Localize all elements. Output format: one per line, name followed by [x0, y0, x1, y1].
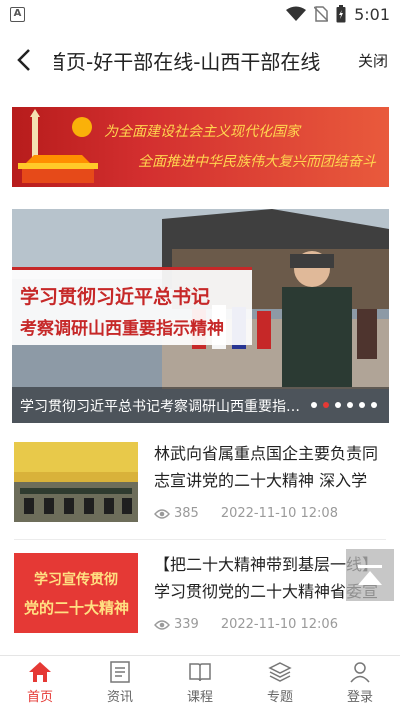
app-header: 首页-好干部在线-山西干部在线 关闭 [0, 28, 400, 92]
carousel-caption: 学习贯彻习近平总书记考察调研山西重要指示精神 [20, 399, 302, 415]
eye-icon [154, 508, 170, 519]
carousel-indicator [311, 402, 377, 408]
banner-slogan-line2: 全面推进中华民族伟大复兴而团结奋斗 [138, 154, 376, 170]
banner-slogan-line1: 为全面建设社会主义现代化国家 [104, 124, 300, 140]
carousel-headline: 学习贯彻习近平总书记 考察调研山西重要指示精神 [12, 267, 252, 345]
publish-date: 2022-11-10 12:06 [220, 617, 338, 632]
chevron-left-icon [17, 49, 30, 71]
tiananmen-icon [18, 109, 98, 183]
tab-label: 首页 [26, 690, 53, 705]
tab-home[interactable]: 首页 [0, 656, 80, 711]
news-meta: 339 2022-11-10 12:06 [154, 617, 338, 632]
carousel-headline-line1: 学习贯彻习近平总书记 [20, 286, 211, 308]
carousel-dot[interactable] [335, 402, 341, 408]
tab-course[interactable]: 课程 [160, 656, 240, 711]
news-icon [110, 661, 130, 683]
page-title: 首页-好干部在线-山西干部在线 [54, 46, 326, 75]
thumbnail-label-line2: 党的二十大精神 [24, 599, 130, 617]
status-bar: A 5:01 [0, 0, 400, 28]
tab-label: 资讯 [106, 690, 133, 705]
news-title: 林武向省属重点国企主要负责同志宣讲党的二十大精神 深入学 [154, 444, 379, 490]
slogan-banner[interactable]: 为全面建设社会主义现代化国家 全面推进中华民族伟大复兴而团结奋斗 [12, 107, 389, 187]
carousel-dot[interactable] [371, 402, 377, 408]
carousel-headline-line2: 考察调研山西重要指示精神 [20, 319, 224, 339]
tab-login[interactable]: 登录 [320, 656, 400, 711]
notification-a-icon: A [10, 6, 25, 22]
publish-date: 2022-11-10 12:08 [220, 506, 338, 521]
clock: 5:01 [354, 4, 390, 24]
divider [14, 539, 386, 540]
arrow-up-icon [358, 565, 382, 585]
wifi-icon [286, 6, 307, 21]
home-icon [29, 662, 51, 682]
book-icon [189, 663, 211, 682]
tab-label: 登录 [346, 690, 373, 705]
page-title-text: 首页-好干部在线-山西干部在线 [54, 49, 321, 74]
no-sim-icon [314, 6, 329, 22]
layers-icon [268, 662, 292, 682]
news-item[interactable]: 林武向省属重点国企主要负责同志宣讲党的二十大精神 深入学 385 2022-11… [14, 442, 386, 542]
carousel-dot[interactable] [347, 402, 353, 408]
close-button[interactable]: 关闭 [358, 50, 388, 71]
eye-icon [154, 619, 170, 630]
carousel-caption-bar: 学习贯彻习近平总书记考察调研山西重要指示精神 [12, 387, 389, 423]
back-button[interactable] [2, 38, 46, 82]
tab-topic[interactable]: 专题 [240, 656, 320, 711]
tab-label: 专题 [266, 690, 293, 705]
news-thumbnail [14, 442, 138, 522]
view-count: 385 [174, 506, 199, 521]
tab-label: 课程 [186, 690, 213, 705]
bottom-tab-bar: 首页 资讯 课程 专题 登录 [0, 655, 400, 711]
view-count: 339 [174, 617, 199, 632]
carousel-dot[interactable] [323, 402, 329, 408]
user-icon [350, 662, 370, 683]
scroll-to-top-button[interactable] [346, 549, 394, 601]
news-meta: 385 2022-11-10 12:08 [154, 506, 338, 521]
thumbnail-label-line1: 学习宣传贯彻 [34, 572, 118, 588]
headline-carousel[interactable]: 学习贯彻习近平总书记 考察调研山西重要指示精神 学习贯彻习近平总书记考察调研山西… [12, 209, 389, 423]
carousel-dot[interactable] [311, 402, 317, 408]
carousel-dot[interactable] [359, 402, 365, 408]
battery-icon [336, 5, 346, 23]
tab-news[interactable]: 资讯 [80, 656, 160, 711]
news-item[interactable]: 学习宣传贯彻 党的二十大精神 【把二十大精神带到基层一线】学习贯彻党的二十大精神… [14, 553, 386, 653]
news-thumbnail: 学习宣传贯彻 党的二十大精神 [14, 553, 138, 633]
